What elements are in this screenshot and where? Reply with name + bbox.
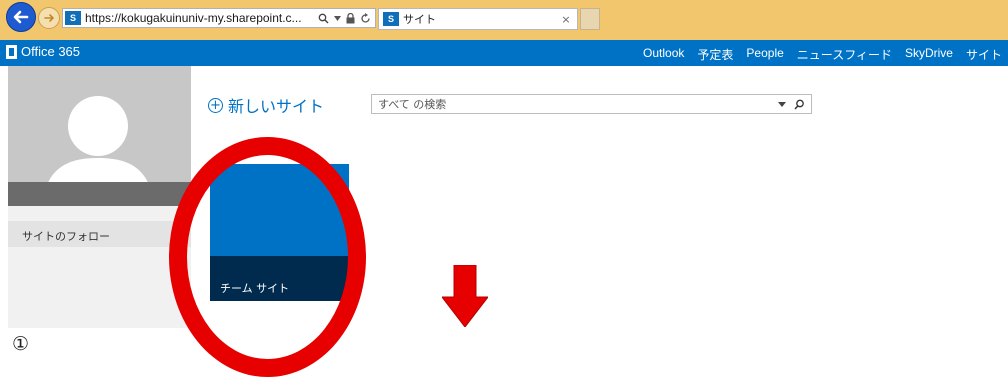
tab-close-button[interactable]: ×: [559, 13, 573, 26]
sharepoint-favicon-icon: S: [65, 11, 81, 25]
search-input[interactable]: すべて の検索: [371, 94, 812, 114]
nav-skydrive[interactable]: SkyDrive: [905, 46, 953, 63]
forward-button[interactable]: [38, 7, 60, 29]
search-icon[interactable]: [318, 13, 329, 24]
office365-brand-label: Office 365: [21, 44, 81, 59]
address-bar[interactable]: S https://kokugakuinuniv-my.sharepoint.c…: [62, 8, 376, 28]
plus-circle-icon: +: [208, 97, 223, 113]
url-text: https://kokugakuinuniv-my.sharepoint.c..…: [85, 11, 302, 25]
office365-header: Office 365 Outlook 予定表 People ニュースフィード S…: [0, 40, 1008, 66]
new-site-label: 新しいサイト: [228, 97, 325, 116]
nav-calendar[interactable]: 予定表: [697, 46, 733, 63]
nav-sites[interactable]: サイト: [966, 46, 1002, 63]
sharepoint-favicon-icon: S: [383, 12, 399, 26]
nav-newsfeed[interactable]: ニュースフィード: [797, 46, 892, 63]
refresh-icon[interactable]: [360, 12, 371, 24]
new-site-button[interactable]: + 新しいサイト: [208, 93, 324, 117]
dropdown-icon[interactable]: [778, 101, 786, 107]
browser-tab[interactable]: S サイト ×: [378, 8, 578, 30]
back-arrow-icon: [13, 10, 29, 24]
search-placeholder: すべて の検索: [378, 98, 447, 111]
back-button[interactable]: [6, 2, 36, 32]
office365-nav: Outlook 予定表 People ニュースフィード SkyDrive サイト: [643, 46, 1002, 63]
dropdown-icon[interactable]: [334, 15, 341, 21]
office365-brand[interactable]: Office 365: [6, 44, 80, 59]
step-caption: ①: [12, 333, 30, 355]
lock-icon[interactable]: [346, 12, 355, 24]
browser-toolbar: S https://kokugakuinuniv-my.sharepoint.c…: [0, 0, 1008, 40]
profile-photo[interactable]: [8, 66, 191, 206]
new-tab-button[interactable]: [580, 8, 600, 30]
office-logo-icon: [6, 44, 17, 59]
sites-following-link[interactable]: サイトのフォロー: [8, 221, 191, 247]
tab-title: サイト: [403, 14, 436, 26]
search-icon[interactable]: [794, 99, 805, 110]
down-arrow-icon: [442, 265, 488, 327]
forward-arrow-icon: [44, 14, 55, 22]
profile-photo-band: [8, 182, 191, 206]
nav-outlook[interactable]: Outlook: [643, 46, 684, 63]
highlight-circle: [169, 137, 366, 377]
nav-people[interactable]: People: [746, 46, 783, 63]
